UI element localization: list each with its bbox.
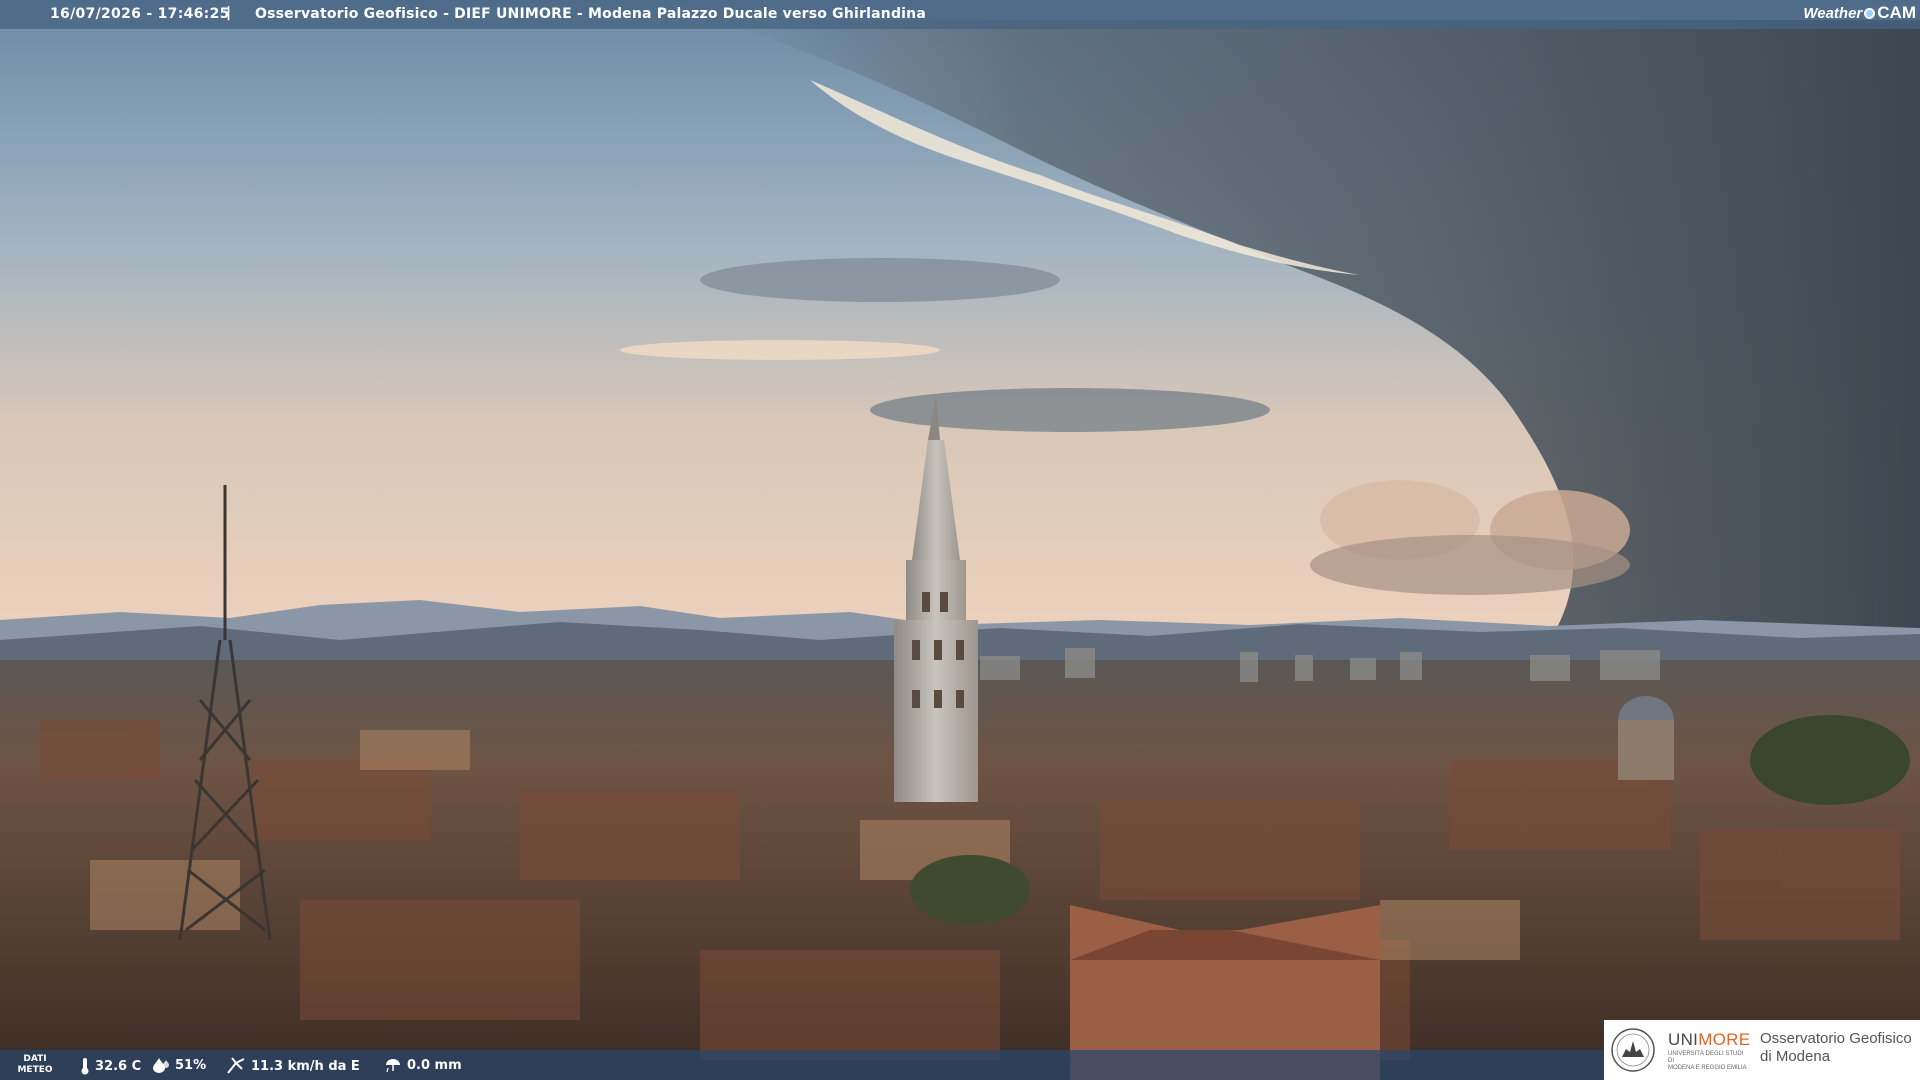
wind-value: 11.3 km/h da E (251, 1058, 360, 1074)
rain-value: 0.0 mm (407, 1057, 462, 1073)
separator: | (226, 5, 232, 21)
brand-dot-icon (1864, 7, 1876, 19)
temperature-value: 32.6 C (95, 1058, 142, 1074)
temperature-stat: 32.6 C (80, 1057, 141, 1075)
university-seal-icon (1611, 1028, 1655, 1072)
university-line-1: UNIVERSITÀ DEGLI STUDI DI (1668, 1051, 1744, 1064)
webcam-image (0, 0, 1920, 1080)
unimore-observatory-logo: UNIMORE UNIVERSITÀ DEGLI STUDI DI MODENA… (1604, 1020, 1920, 1080)
rain-stat: 0.0 mm (384, 1057, 462, 1073)
university-line-2: MODENA E REGGIO EMILIA (1668, 1065, 1747, 1071)
uni-prefix: UNI (1668, 1030, 1699, 1049)
dati-meteo-label: DATI METEO (16, 1054, 54, 1076)
observatory-line-1: Osservatorio Geofisico (1760, 1030, 1912, 1047)
dati-label-1: DATI (23, 1054, 47, 1064)
brand-weather: Weather (1803, 4, 1863, 22)
observatory-name: Osservatorio Geofisico di Modena (1760, 1030, 1912, 1066)
brand-cam: CAM (1877, 3, 1916, 22)
thermometer-icon (81, 1058, 89, 1075)
wind-icon (227, 1057, 245, 1074)
weather-data-bar: DATI METEO 32.6 C 51% 11.3 km/h da E 0.0… (0, 1050, 1610, 1080)
uni-suffix: MORE (1698, 1030, 1751, 1049)
humidity-stat: 51% (152, 1057, 206, 1073)
rain-icon (386, 1059, 400, 1073)
university-subtitle: UNIVERSITÀ DEGLI STUDI DI MODENA E REGGI… (1668, 1051, 1750, 1072)
top-info-bar: 16/07/2026 - 17:46:25 | Osservatorio Geo… (0, 0, 1920, 29)
unimore-wordmark: UNIMORE (1668, 1030, 1750, 1050)
weathercam-logo: Weather CAM (1803, 3, 1916, 23)
observatory-line-2: di Modena (1760, 1048, 1831, 1065)
timestamp: 16/07/2026 - 17:46:25 (50, 6, 230, 22)
humidity-drop-icon (153, 1058, 169, 1073)
camera-title: Osservatorio Geofisico - DIEF UNIMORE - … (255, 6, 926, 22)
dati-label-2: METEO (17, 1065, 53, 1075)
humidity-value: 51% (175, 1057, 207, 1073)
wind-stat: 11.3 km/h da E (226, 1057, 360, 1075)
